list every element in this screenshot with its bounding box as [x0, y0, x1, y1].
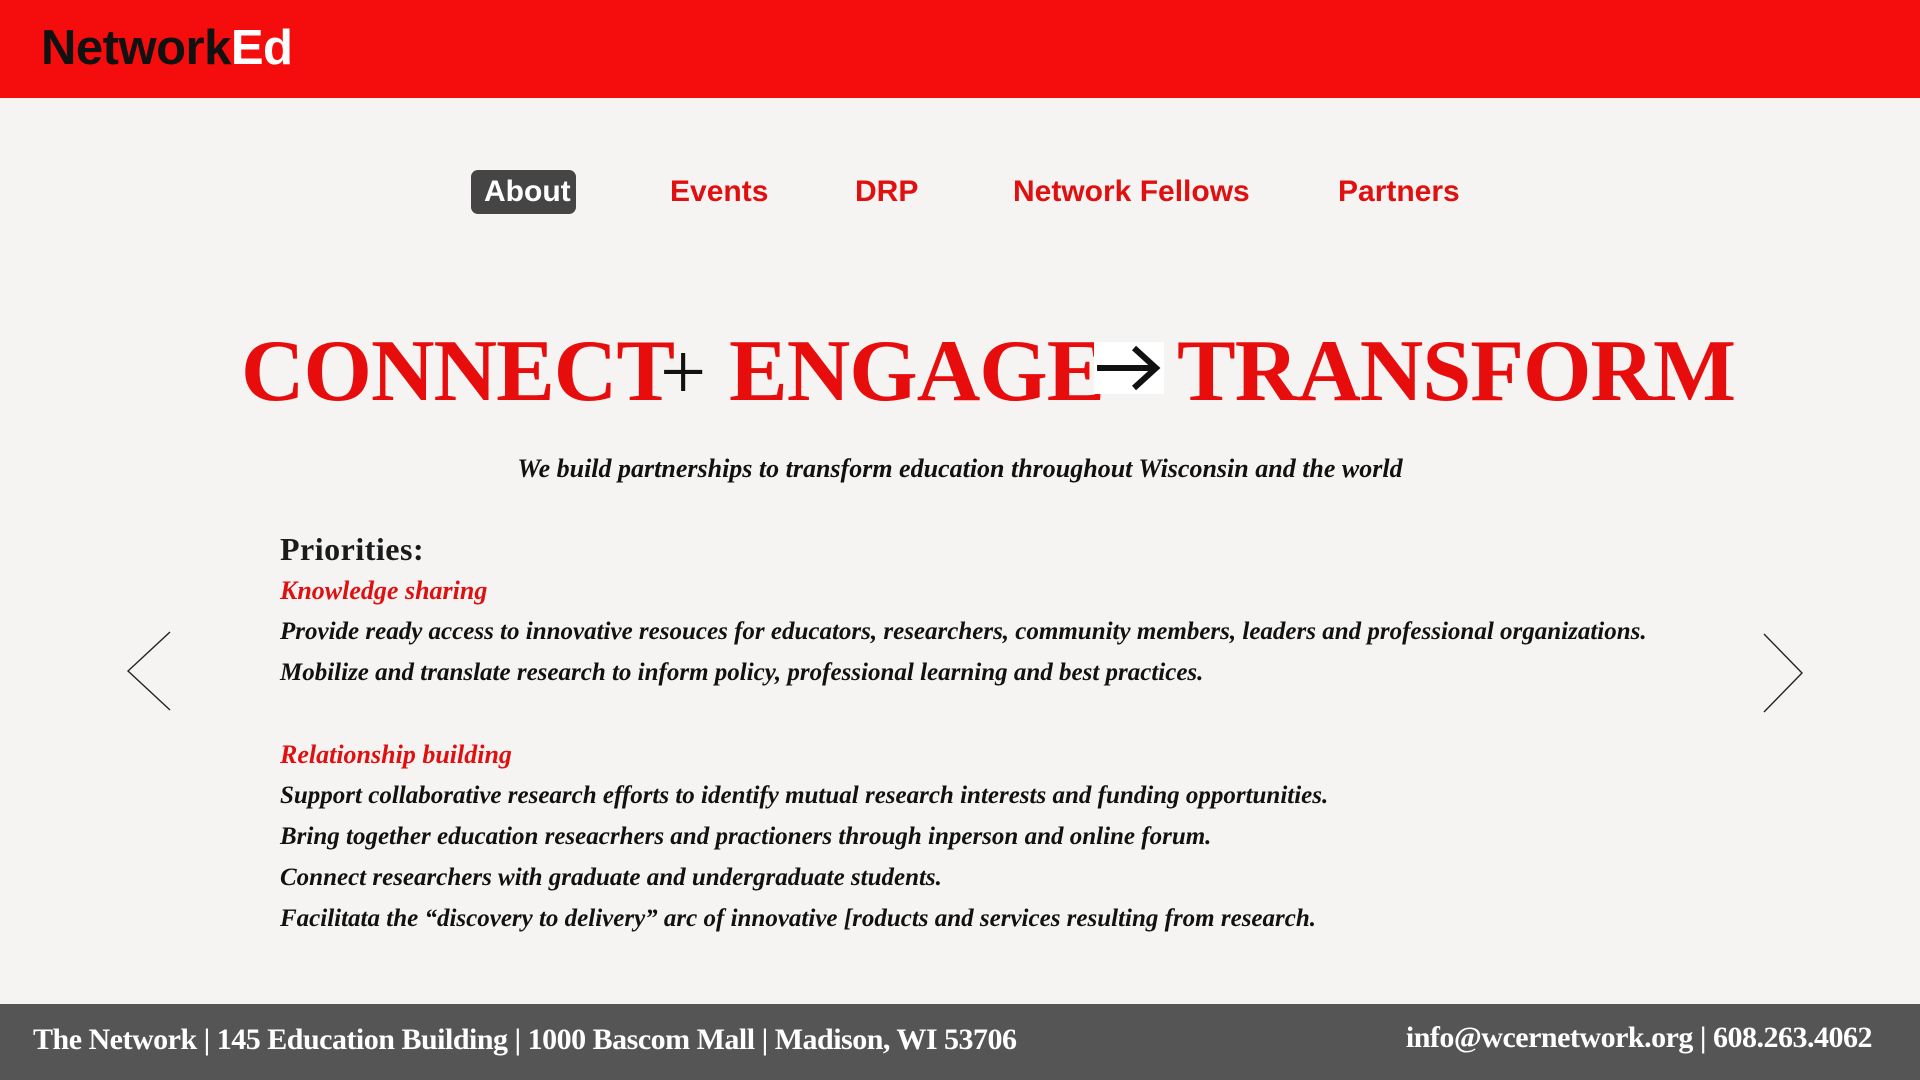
right-arrow-icon: [1094, 342, 1164, 394]
nav-item-network-fellows[interactable]: Network Fellows: [1013, 170, 1250, 214]
list-item: Provide ready access to innovative resou…: [280, 618, 1647, 645]
nav-item-about[interactable]: About: [471, 170, 576, 214]
nav-item-drp[interactable]: DRP: [855, 170, 918, 214]
logo-text-network: Network: [41, 21, 231, 75]
section-title-knowledge-sharing: Knowledge sharing: [280, 576, 488, 605]
nav-item-partners[interactable]: Partners: [1338, 170, 1460, 214]
headline-engage: ENGAGE: [729, 323, 1105, 420]
chevron-left-icon[interactable]: [124, 630, 174, 717]
headline-plus: +: [660, 326, 706, 417]
headline-connect: CONNECT: [241, 323, 675, 420]
list-item: Connect researchers with graduate and un…: [280, 864, 942, 891]
section-title-relationship-building: Relationship building: [280, 740, 512, 769]
nav-item-events[interactable]: Events: [670, 170, 768, 214]
list-item: Mobilize and translate research to infor…: [280, 659, 1204, 686]
priorities-heading: Priorities:: [280, 531, 425, 567]
tagline: We build partnerships to transform educa…: [517, 454, 1403, 483]
footer: The Network | 145 Education Building | 1…: [0, 1004, 1920, 1080]
footer-address: The Network | 145 Education Building | 1…: [33, 1023, 1017, 1056]
list-item: Facilitata the “discovery to delivery” a…: [280, 905, 1316, 932]
hero-headline: CONNECT + ENGAGE TRANSFORM: [0, 322, 1920, 422]
list-item: Support collaborative research efforts t…: [280, 782, 1329, 809]
list-item: Bring together education reseacrhers and…: [280, 823, 1212, 850]
header-bar: NetworkEd: [0, 0, 1920, 98]
logo[interactable]: NetworkEd: [41, 20, 293, 76]
priorities-panel: Priorities: Knowledge sharing Provide re…: [280, 528, 1800, 939]
footer-contact[interactable]: info@wcernetwork.org | 608.263.4062: [1406, 1018, 1873, 1058]
headline-transform: TRANSFORM: [1177, 323, 1736, 420]
logo-text-ed: Ed: [230, 21, 293, 75]
main-nav: About Events DRP Network Fellows Partner…: [0, 170, 1920, 216]
